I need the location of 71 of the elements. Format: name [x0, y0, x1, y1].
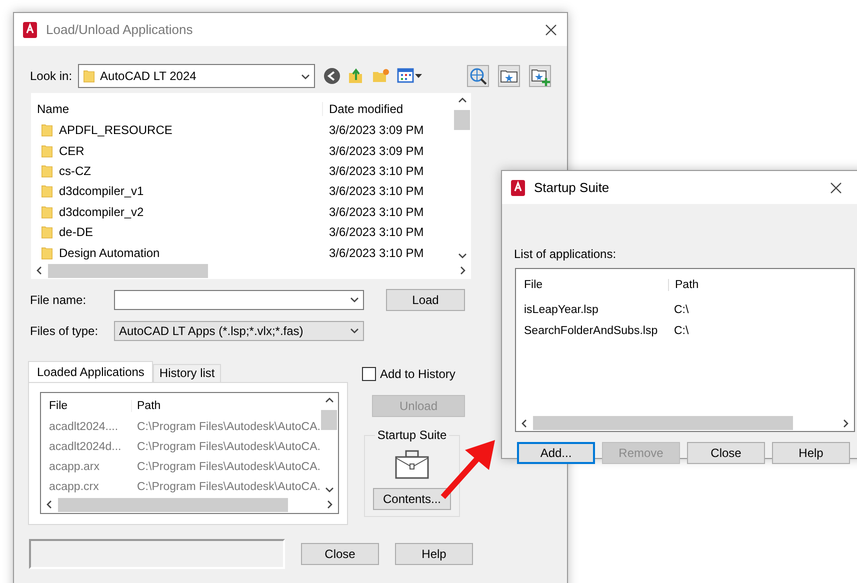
- window-title: Startup Suite: [534, 180, 610, 195]
- folder-name[interactable]: d3dcompiler_v2: [59, 204, 144, 219]
- folder-icon: [41, 122, 53, 138]
- close-icon[interactable]: [830, 182, 842, 194]
- tab[interactable]: Loaded Applications: [28, 360, 154, 382]
- scrollbar-thumb[interactable]: [58, 498, 288, 512]
- folder-name[interactable]: APDFL_RESOURCE: [59, 123, 172, 138]
- file-cell-text: acapp.crx: [48, 480, 100, 493]
- dialog-button[interactable]: Close: [687, 442, 765, 464]
- folder-icon: [41, 142, 53, 159]
- add-favorite-icon[interactable]: [529, 65, 551, 87]
- dialog-button[interactable]: Help: [772, 442, 850, 464]
- date-cell-text: 3/6/2023 3:10 PM: [329, 246, 425, 260]
- scrollbar-thumb[interactable]: [48, 264, 208, 278]
- column-header[interactable]: Path: [668, 279, 854, 291]
- look-in-label: Look in:: [30, 69, 72, 83]
- views-icon[interactable]: [397, 67, 424, 85]
- folder-icon: [41, 204, 53, 220]
- folder-icon: [41, 244, 53, 261]
- path-cell-text: C:\: [674, 324, 690, 337]
- file-name-label: File name:: [30, 292, 88, 307]
- date-cell-text: 3/6/2023 3:10 PM: [329, 164, 425, 178]
- date-cell-text: 3/6/2023 3:10 PM: [329, 225, 425, 240]
- group-title: Startup Suite: [375, 428, 449, 442]
- dialog-button[interactable]: Add...: [517, 442, 595, 464]
- help-button[interactable]: Help: [395, 542, 473, 565]
- folder-name[interactable]: cs-CZ: [59, 164, 91, 178]
- folder-name[interactable]: d3dcompiler_v1: [59, 184, 144, 198]
- file-cell-text: acadlt2024d...: [48, 440, 122, 453]
- back-icon[interactable]: [323, 67, 342, 85]
- date-cell-text: 3/6/2023 3:09 PM: [329, 123, 425, 138]
- path-cell: C:\Program Files\Autodesk\AutoCA.: [137, 420, 320, 433]
- file-cell-text: acadlt2024....: [48, 420, 120, 433]
- folder-name[interactable]: de-DE: [59, 225, 94, 240]
- path-cell-text: C:\: [674, 304, 690, 316]
- path-cell: C:\Program Files\Autodesk\AutoCA.: [137, 440, 320, 453]
- file-cell-text: acapp.arx: [48, 460, 101, 473]
- folder-name[interactable]: Design Automation: [59, 246, 160, 260]
- list-label: List of applications:: [514, 247, 618, 261]
- folder-icon: [41, 224, 53, 240]
- file-cell-text: isLeapYear.lsp: [523, 304, 600, 316]
- app-icon: [22, 22, 38, 38]
- file-cell-text: SearchFolderAndSubs.lsp: [523, 324, 659, 337]
- favorite-folder-icon[interactable]: [498, 65, 520, 87]
- contents-button[interactable]: Contents...: [373, 488, 451, 510]
- load-button[interactable]: Load: [386, 288, 465, 311]
- close-icon[interactable]: [545, 24, 557, 36]
- look-in-dropdown[interactable]: AutoCAD LT 2024: [78, 64, 316, 88]
- files-of-type-label: Files of type:: [30, 324, 100, 338]
- briefcase-icon: [395, 450, 429, 480]
- path-cell: C:\Program Files\Autodesk\AutoCA.: [137, 480, 320, 493]
- date-cell-text: 3/6/2023 3:10 PM: [329, 184, 425, 198]
- folder-name[interactable]: CER: [59, 144, 84, 158]
- folder-icon: [83, 68, 96, 84]
- path-cell: C:\Program Files\Autodesk\AutoCA.: [137, 460, 320, 473]
- scrollbar-thumb[interactable]: [454, 110, 470, 130]
- tab[interactable]: History list: [153, 364, 221, 382]
- scrollbar-thumb[interactable]: [321, 410, 338, 430]
- window-title: Load/Unload Applications: [46, 22, 193, 37]
- folder-icon: [41, 183, 53, 200]
- web-search-icon[interactable]: [467, 65, 489, 87]
- arrow-drawing: [440, 440, 496, 500]
- scrollbar-thumb[interactable]: [533, 416, 793, 430]
- file-type-dropdown[interactable]: AutoCAD LT Apps (*.lsp;*.vlx;*.fas): [114, 320, 364, 341]
- date-cell-text: 3/6/2023 3:10 PM: [329, 204, 425, 219]
- close-button[interactable]: Close: [301, 542, 379, 565]
- app-icon: [510, 180, 526, 196]
- date-cell-text: 3/6/2023 3:09 PM: [329, 144, 425, 158]
- file-name-field[interactable]: [114, 290, 364, 310]
- folder-icon: [41, 162, 53, 179]
- add-to-history-checkbox[interactable]: Add to History: [362, 366, 456, 381]
